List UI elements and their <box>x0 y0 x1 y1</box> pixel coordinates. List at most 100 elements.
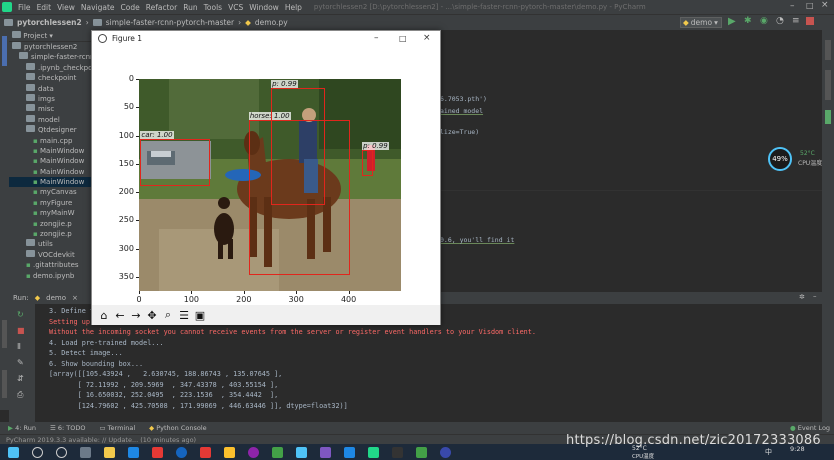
cortana-icon[interactable] <box>56 446 67 458</box>
run-config-select[interactable]: ◆ demo ▾ <box>680 17 722 28</box>
tree-item[interactable]: pytorchlessen2 <box>9 42 95 52</box>
menu-edit[interactable]: Edit <box>37 3 52 12</box>
pycharm-taskbar-icon[interactable] <box>368 446 379 458</box>
project-tool-tab[interactable] <box>2 36 7 66</box>
app-icon[interactable] <box>272 446 283 458</box>
breadcrumb-folder[interactable]: simple-faster-rcnn-pytorch-master <box>106 18 234 27</box>
menu-code[interactable]: Code <box>121 3 140 12</box>
tree-item[interactable]: ▪ zongjie.p <box>9 229 95 239</box>
breadcrumb-file[interactable]: demo.py <box>255 18 288 27</box>
breadcrumb-project[interactable]: pytorchlessen2 <box>17 18 82 27</box>
app-icon[interactable] <box>152 446 163 458</box>
home-icon[interactable]: ⌂ <box>98 309 110 322</box>
stop-icon[interactable] <box>806 17 814 25</box>
tree-item[interactable]: misc <box>9 104 95 114</box>
app-icon[interactable] <box>416 446 427 458</box>
menu-vcs[interactable]: VCS <box>228 3 243 12</box>
tree-item[interactable]: ▪ MainWindow <box>9 146 95 156</box>
tree-item[interactable]: ▪ myFigure <box>9 198 95 208</box>
app-icon[interactable] <box>392 446 403 458</box>
minimize-icon[interactable]: – <box>790 1 795 11</box>
tree-item[interactable]: ▪ demo.ipynb <box>9 271 95 281</box>
run-config-tab[interactable]: demo <box>46 294 66 302</box>
tree-item[interactable]: ▪ main.cpp <box>9 136 95 146</box>
tree-item[interactable]: simple-faster-rcnn <box>9 52 95 62</box>
pause-icon[interactable]: Ⅱ <box>17 342 21 351</box>
app-icon[interactable] <box>440 446 451 458</box>
app-icon[interactable] <box>176 446 187 458</box>
hide-panel-icon[interactable]: – <box>813 292 817 300</box>
maximize-icon[interactable]: □ <box>806 1 814 10</box>
status-message[interactable]: PyCharm 2019.3.3 available: // Update...… <box>6 436 196 444</box>
python-console-tool-tab[interactable]: ◆ Python Console <box>149 424 206 432</box>
tree-item[interactable]: data <box>9 83 95 94</box>
profile-icon[interactable]: ◔ <box>776 16 784 26</box>
tree-item[interactable]: ▪ .gitattributes <box>9 260 95 270</box>
zoom-icon[interactable]: ⌕ <box>162 308 174 322</box>
print-icon[interactable]: ⎙ <box>17 390 23 400</box>
close-tab-icon[interactable]: × <box>72 294 78 302</box>
save-icon[interactable]: ▣ <box>194 309 206 322</box>
tree-item[interactable]: checkpoint <box>9 73 95 83</box>
event-log-tab[interactable]: ● Event Log <box>790 424 830 432</box>
menu-file[interactable]: File <box>18 3 31 12</box>
terminal-tool-tab[interactable]: ▭ Terminal <box>99 424 135 432</box>
menu-help[interactable]: Help <box>285 3 302 12</box>
minimize-icon[interactable]: – <box>374 33 379 43</box>
menu-navigate[interactable]: Navigate <box>81 3 115 12</box>
debug-icon[interactable]: ✱ <box>744 16 752 26</box>
tree-item[interactable]: imgs <box>9 93 95 104</box>
run-tool-tab[interactable]: ▶ 4: Run <box>8 424 36 432</box>
close-icon[interactable]: × <box>821 0 829 10</box>
back-arrow-icon[interactable]: ← <box>114 309 126 322</box>
close-icon[interactable]: × <box>423 33 431 43</box>
tree-item[interactable]: ▪ myMainW <box>9 208 95 218</box>
tree-item[interactable]: utils <box>9 239 95 249</box>
tree-item[interactable]: .ipynb_checkpoints <box>9 62 95 73</box>
coverage-icon[interactable]: ◉ <box>760 16 768 26</box>
app-icon[interactable] <box>248 446 259 458</box>
sciview-tool-tab[interactable] <box>825 110 831 124</box>
tree-item[interactable]: ▪ MainWindow <box>9 177 95 188</box>
soft-wrap-icon[interactable]: ⇵ <box>17 374 24 383</box>
file-explorer-icon[interactable] <box>104 446 115 458</box>
app-icon[interactable] <box>320 446 331 458</box>
tree-item[interactable]: ▪ MainWindow <box>9 167 95 177</box>
search-icon[interactable] <box>32 446 43 458</box>
app-icon[interactable] <box>344 446 355 458</box>
forward-arrow-icon[interactable]: → <box>130 309 142 322</box>
menu-run[interactable]: Run <box>183 3 197 12</box>
tree-item[interactable]: ▪ MainWindow <box>9 156 95 166</box>
pin-icon[interactable]: ✎ <box>17 358 24 367</box>
task-view-icon[interactable] <box>80 446 91 458</box>
tree-item[interactable]: ▪ zongjie.p <box>9 219 95 229</box>
configure-subplots-icon[interactable]: ☰ <box>178 309 190 322</box>
stop-icon[interactable]: ■ <box>17 326 25 335</box>
edge-icon[interactable] <box>128 446 139 458</box>
app-icon[interactable] <box>224 446 235 458</box>
ime-indicator[interactable]: 中 <box>765 447 772 457</box>
app-icon[interactable] <box>200 446 211 458</box>
run-icon[interactable]: ▶ <box>728 16 736 27</box>
menu-refactor[interactable]: Refactor <box>146 3 177 12</box>
app-icon[interactable] <box>296 446 307 458</box>
todo-tool-tab[interactable]: ☰ 6: TODO <box>50 424 86 432</box>
project-panel-header[interactable]: Project ▾ <box>9 30 95 42</box>
tree-item[interactable]: VOCdevkit <box>9 249 95 260</box>
menu-tools[interactable]: Tools <box>204 3 222 12</box>
menu-view[interactable]: View <box>57 3 75 12</box>
scview-tool-tab[interactable] <box>825 40 831 60</box>
menu-window[interactable]: Window <box>249 3 279 12</box>
structure-tool-tab[interactable] <box>2 320 7 348</box>
pan-icon[interactable]: ✥ <box>146 309 158 322</box>
database-tool-tab[interactable] <box>825 70 831 100</box>
tree-item[interactable]: model <box>9 114 95 125</box>
tree-item[interactable]: Qtdesigner <box>9 125 95 135</box>
windows-start-icon[interactable] <box>8 446 19 458</box>
maximize-icon[interactable]: □ <box>399 34 407 43</box>
figure-canvas[interactable]: 0 50 100 150 200 250 300 350 0 100 200 300 400 car: 1… <box>92 47 440 305</box>
tree-item[interactable]: ▪ myCanvas <box>9 187 95 197</box>
settings-gear-icon[interactable]: ✲ <box>799 293 805 301</box>
favorites-tool-tab[interactable] <box>2 370 7 398</box>
rerun-icon[interactable]: ↻ <box>17 310 24 319</box>
